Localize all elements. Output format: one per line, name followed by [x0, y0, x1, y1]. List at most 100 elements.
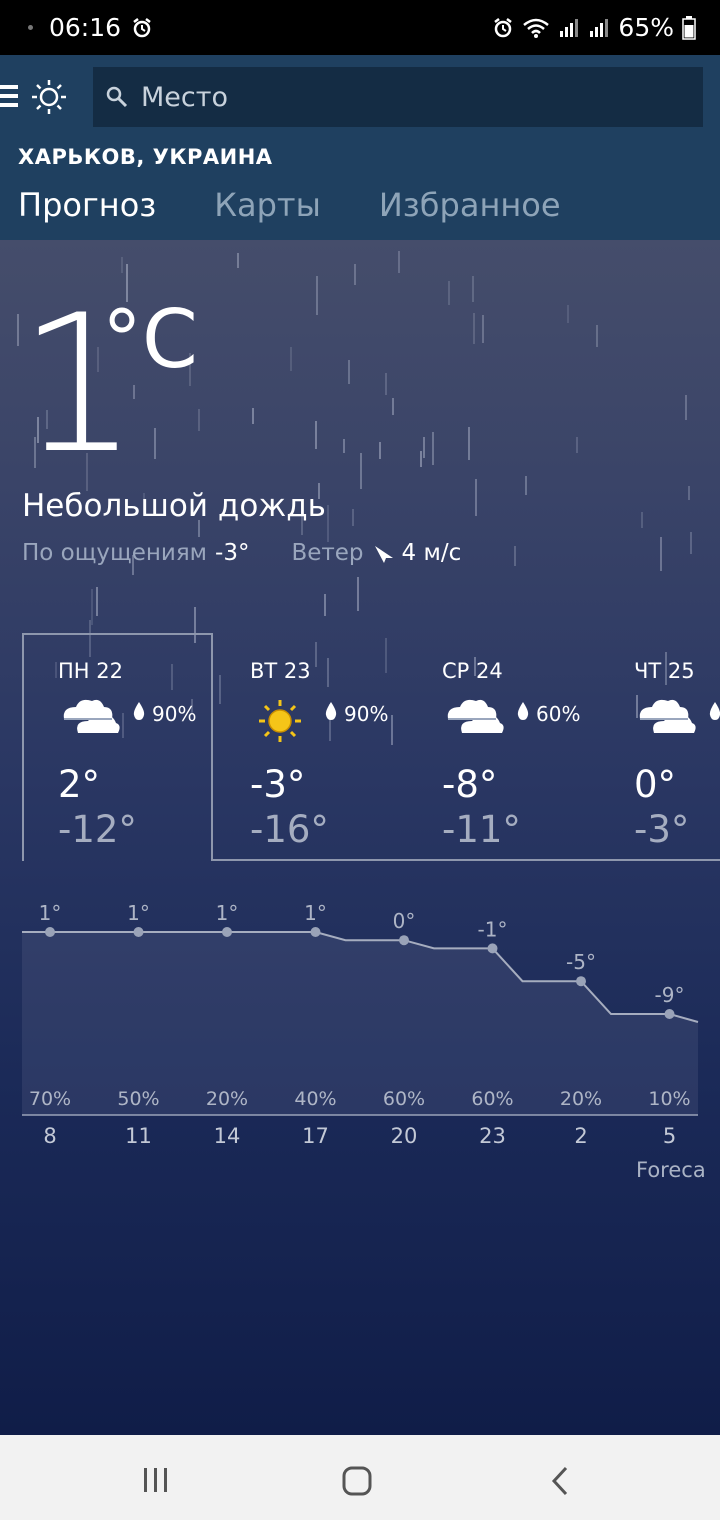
rain-streak — [690, 532, 692, 554]
temperature-label: 1° — [216, 901, 239, 925]
day-card-wed[interactable]: СР 24 60% -8° -11° — [406, 633, 598, 863]
rain-streak — [352, 509, 354, 526]
day-card-tue[interactable]: ВТ 23 90% -3° -16° — [214, 633, 406, 863]
home-icon[interactable] — [342, 1466, 372, 1496]
day-low-temp: -3° — [634, 808, 690, 851]
wifi-icon — [523, 18, 550, 38]
day-high-temp: 2° — [58, 763, 101, 806]
signal-icon — [560, 18, 579, 37]
rain-streak — [121, 257, 123, 273]
day-high-temp: -8° — [442, 763, 498, 806]
system-nav-bar — [0, 1435, 720, 1520]
day-card-thu[interactable]: ЧТ 25 0° -3° — [598, 633, 720, 863]
rain-streak — [473, 313, 475, 344]
day-low-temp: -12° — [58, 808, 137, 851]
rain-streak — [91, 589, 93, 625]
precip-label: 60% — [383, 1088, 425, 1110]
wind-value: 4 м/с — [401, 540, 462, 566]
rain-streak — [343, 439, 345, 453]
wind-direction-icon — [374, 546, 393, 563]
temperature-label: -9° — [655, 983, 685, 1007]
hour-label: 20 — [391, 1124, 418, 1148]
cloudy-icon — [63, 699, 120, 733]
temperature-label: 1° — [127, 901, 150, 925]
precip-drop-icon — [517, 702, 529, 720]
rain-streak — [327, 505, 329, 542]
temperature-unit: °C — [102, 293, 198, 386]
rain-streak — [133, 385, 135, 399]
tab-bar: Прогноз Карты Избранное — [18, 186, 561, 224]
precip-label: 40% — [294, 1088, 336, 1110]
feels-like-value: -3° — [215, 540, 250, 566]
rain-streak — [354, 264, 356, 285]
rain-streak — [432, 432, 434, 465]
day-high-temp: -3° — [250, 763, 306, 806]
status-bar: 06:16 65% — [0, 0, 720, 55]
status-time: 06:16 — [49, 13, 122, 42]
temperature-point — [576, 976, 586, 987]
alarm-icon — [494, 17, 513, 37]
temperature-label: -5° — [566, 950, 596, 974]
hour-label: 14 — [214, 1124, 241, 1148]
hour-label: 23 — [479, 1124, 506, 1148]
temperature-point — [133, 927, 144, 937]
location-title: ХАРЬКОВ, УКРАИНА — [18, 145, 273, 169]
tab-forecast[interactable]: Прогноз — [18, 186, 156, 224]
tab-maps[interactable]: Карты — [214, 186, 321, 224]
rain-streak — [596, 325, 598, 347]
temperature-point — [45, 927, 55, 937]
precip-drop-icon — [325, 702, 337, 720]
temperature-label: 0° — [393, 909, 416, 933]
precip-label: 70% — [29, 1088, 71, 1110]
rain-streak — [379, 442, 381, 459]
notification-dot — [28, 25, 33, 30]
rain-streak — [641, 512, 643, 528]
precip-percent: 60% — [536, 702, 581, 726]
rain-streak — [154, 428, 156, 459]
rain-streak — [315, 421, 317, 449]
day-name: ВТ 23 — [250, 659, 311, 683]
cloudy-icon — [639, 699, 696, 733]
temperature-point — [310, 927, 321, 937]
alarm-icon — [133, 17, 151, 37]
weather-condition: Небольшой дождь — [22, 488, 326, 524]
rain-streak — [685, 395, 687, 420]
rain-streak — [420, 451, 422, 467]
precip-label: 50% — [117, 1088, 159, 1110]
rain-streak — [398, 251, 400, 273]
temperature-point — [222, 927, 232, 937]
rain-streak — [576, 437, 578, 453]
battery-percent: 65% — [618, 13, 674, 42]
day-name: СР 24 — [442, 659, 503, 683]
rain-streak — [448, 281, 450, 305]
search-placeholder: Место — [141, 81, 228, 113]
hour-label: 5 — [663, 1124, 676, 1148]
rain-streak — [348, 360, 350, 384]
recent-apps-icon[interactable] — [142, 1467, 170, 1493]
tab-favorites[interactable]: Избранное — [379, 186, 561, 224]
menu-icon[interactable] — [0, 85, 18, 109]
back-icon[interactable] — [550, 1466, 570, 1496]
rain-streak — [472, 276, 474, 302]
rain-streak — [96, 587, 98, 616]
hour-label: 11 — [125, 1124, 152, 1148]
rain-streak — [324, 594, 326, 616]
search-input[interactable]: Место — [93, 67, 703, 127]
temperature-label: -1° — [478, 917, 508, 941]
day-card-mon[interactable]: ПН 22 90% 2° -12° — [22, 633, 214, 863]
search-icon — [106, 86, 128, 108]
signal-icon — [590, 18, 609, 37]
daily-forecast: ПН 22 90% 2° -12° ВТ 23 90% -3° -16° СР … — [0, 633, 720, 863]
feels-like-label: По ощущениям — [22, 540, 208, 566]
precip-percent: 90% — [344, 702, 389, 726]
hour-label: 17 — [302, 1124, 329, 1148]
precip-label: 20% — [206, 1088, 248, 1110]
rain-streak — [357, 577, 359, 611]
wind-label: Ветер — [291, 540, 364, 566]
rain-streak — [290, 347, 292, 371]
sun-logo-icon — [32, 80, 66, 114]
rain-streak — [385, 373, 387, 395]
temperature-label: 1° — [39, 901, 62, 925]
hour-label: 2 — [574, 1124, 587, 1148]
battery-icon — [682, 15, 696, 40]
